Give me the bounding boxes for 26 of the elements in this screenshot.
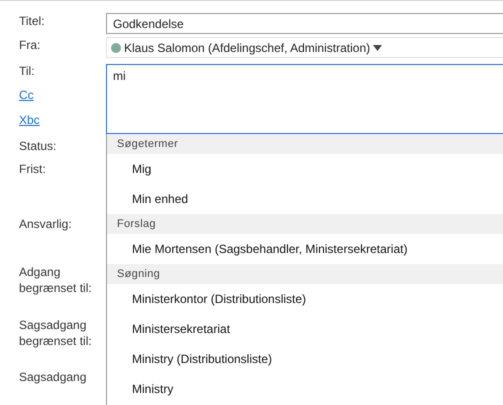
field-label: Til: [19,63,36,79]
suggestion-item[interactable]: Min enhed [107,184,503,214]
suggestion-item[interactable]: Mie Mortensen (Sagsbehandler, Ministersekretariat) [107,234,503,264]
recipient-field[interactable]: mi [106,64,503,134]
recipient-link[interactable]: Xbc [19,112,40,128]
group-header: Søgetermer [107,134,503,154]
field-label: Sagsadgang [19,369,88,385]
field-label: Adgang begrænset til: [19,264,93,296]
field-label: Titel: [19,13,46,29]
suggestion-item[interactable]: Ministry [107,374,503,404]
status-dot [111,42,121,52]
group-header: Søgning [107,264,503,284]
suggestion-item[interactable]: Ministerkontor (Distributionsliste) [107,284,503,314]
recipient-link[interactable]: Cc [19,87,34,103]
title-field[interactable]: Godkendelse [106,13,503,34]
suggestion-item[interactable]: Ministry (Distributionsliste) [107,344,503,374]
group-header: Forslag [107,214,503,234]
field-label: Fra: [19,37,42,53]
suggestion-item[interactable]: Mig [107,154,503,184]
caret-icon [373,44,382,50]
suggestion-item[interactable]: Ministersekretariat [107,314,503,344]
sender-dropdown[interactable]: Klaus Salomon (Afdelingschef, Administration) [106,37,503,58]
field-label: Sagsadgang begrænset til: [19,317,93,349]
field-label: Ansvarlig: [19,216,73,232]
field-label: Frist: [19,161,47,177]
field-label: Status: [19,138,58,154]
